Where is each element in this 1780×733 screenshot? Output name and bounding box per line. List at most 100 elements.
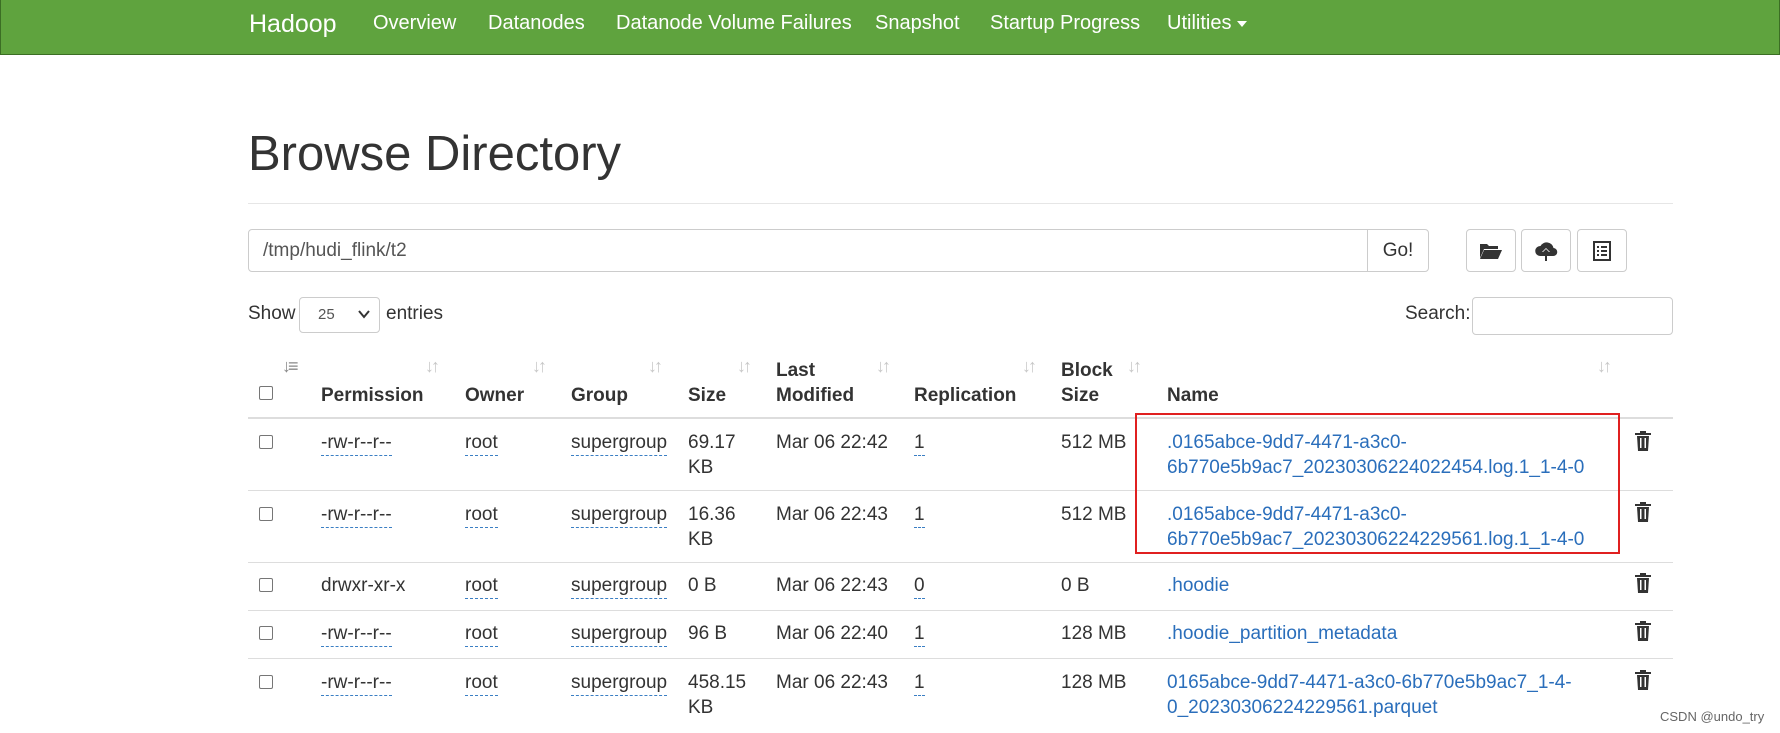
sort-icon[interactable]: ↓↑ bbox=[737, 356, 752, 377]
sort-icon[interactable]: ↓↑ bbox=[876, 356, 891, 377]
size-cell: 0 B bbox=[688, 575, 717, 596]
search-input[interactable] bbox=[1472, 297, 1673, 335]
size-value: 458.15 bbox=[688, 672, 747, 693]
owner-cell[interactable]: root bbox=[465, 573, 498, 599]
row-divider bbox=[248, 562, 1673, 563]
replication-cell[interactable]: 1 bbox=[914, 621, 925, 647]
group-cell[interactable]: supergroup bbox=[571, 573, 668, 599]
trash-icon[interactable] bbox=[1635, 621, 1651, 641]
chevron-down-icon bbox=[358, 310, 370, 319]
cut-paste-button[interactable] bbox=[1577, 229, 1627, 272]
header-block-size-line1: Block bbox=[1061, 360, 1113, 381]
size-cell: 96 B bbox=[688, 623, 728, 644]
trash-icon[interactable] bbox=[1635, 502, 1651, 522]
block-size-cell: 0 B bbox=[1061, 575, 1090, 596]
nav-startup-progress[interactable]: Startup Progress bbox=[990, 12, 1140, 35]
header-size[interactable]: Size bbox=[688, 383, 726, 408]
modified-cell: Mar 06 22:43 bbox=[776, 504, 888, 525]
file-name-line2: 0_20230306224229561.parquet bbox=[1167, 697, 1438, 718]
trash-icon[interactable] bbox=[1635, 573, 1651, 593]
owner-cell[interactable]: root bbox=[465, 670, 498, 696]
go-button[interactable]: Go! bbox=[1367, 229, 1429, 272]
header-block-size[interactable]: Block Size bbox=[1061, 358, 1113, 408]
block-size-cell: 512 MB bbox=[1061, 432, 1127, 453]
file-name-line1: 0165abce-9dd7-4471-a3c0-6b770e5b9ac7_1-4… bbox=[1167, 672, 1572, 693]
file-name-link[interactable]: 0165abce-9dd7-4471-a3c0-6b770e5b9ac7_1-4… bbox=[1167, 670, 1572, 720]
sort-icon[interactable]: ↓↑ bbox=[425, 356, 440, 377]
owner-cell[interactable]: root bbox=[465, 430, 498, 456]
header-last-modified-line1: Last bbox=[776, 360, 816, 381]
entries-label: entries bbox=[386, 303, 444, 324]
nav-datanode-volume-failures[interactable]: Datanode Volume Failures bbox=[616, 12, 852, 35]
select-all-checkbox[interactable] bbox=[259, 386, 273, 400]
group-cell[interactable]: supergroup bbox=[571, 502, 668, 528]
group-cell[interactable]: supergroup bbox=[571, 670, 668, 696]
permission-cell[interactable]: -rw-r--r-- bbox=[321, 670, 392, 696]
sort-icon[interactable]: ↓↑ bbox=[648, 356, 663, 377]
folder-open-icon bbox=[1480, 243, 1502, 259]
permission-cell[interactable]: drwxr-xr-x bbox=[321, 573, 405, 598]
replication-cell[interactable]: 1 bbox=[914, 430, 925, 456]
directory-path-input[interactable] bbox=[248, 229, 1368, 272]
block-size-cell: 128 MB bbox=[1061, 672, 1127, 693]
owner-cell[interactable]: root bbox=[465, 502, 498, 528]
list-icon bbox=[1593, 240, 1611, 261]
header-permission[interactable]: Permission bbox=[321, 383, 423, 408]
replication-cell[interactable]: 1 bbox=[914, 670, 925, 696]
replication-cell[interactable]: 0 bbox=[914, 573, 925, 599]
directory-name-link[interactable]: .hoodie bbox=[1167, 573, 1229, 598]
header-group[interactable]: Group bbox=[571, 383, 628, 408]
header-last-modified-line2: Modified bbox=[776, 385, 855, 406]
show-label: Show bbox=[248, 303, 296, 324]
block-size-cell: 512 MB bbox=[1061, 504, 1127, 525]
header-last-modified[interactable]: Last Modified bbox=[776, 358, 854, 408]
brand-link[interactable]: Hadoop bbox=[249, 10, 337, 39]
group-cell[interactable]: supergroup bbox=[571, 621, 668, 647]
sort-icon[interactable]: ↓↑ bbox=[1127, 356, 1142, 377]
nav-snapshot[interactable]: Snapshot bbox=[875, 12, 960, 35]
watermark: CSDN @undo_try bbox=[1660, 709, 1765, 724]
row-checkbox[interactable] bbox=[259, 626, 273, 640]
owner-cell[interactable]: root bbox=[465, 621, 498, 647]
row-checkbox[interactable] bbox=[259, 507, 273, 521]
row-divider bbox=[248, 610, 1673, 611]
row-checkbox[interactable] bbox=[259, 675, 273, 689]
upload-files-button[interactable] bbox=[1521, 229, 1571, 272]
header-owner[interactable]: Owner bbox=[465, 383, 524, 408]
nav-overview[interactable]: Overview bbox=[373, 12, 456, 35]
file-name-link[interactable]: .hoodie_partition_metadata bbox=[1167, 621, 1397, 646]
size-cell: 16.36 KB bbox=[688, 502, 736, 552]
sort-icon[interactable]: ↓↑ bbox=[532, 356, 547, 377]
size-unit: KB bbox=[688, 529, 714, 550]
header-block-size-line2: Size bbox=[1061, 385, 1100, 406]
row-checkbox[interactable] bbox=[259, 578, 273, 592]
cloud-upload-icon bbox=[1535, 241, 1558, 261]
nav-utilities[interactable]: Utilities bbox=[1167, 12, 1248, 35]
highlight-annotation bbox=[1135, 413, 1620, 554]
sort-icon[interactable]: ↓↑ bbox=[1597, 356, 1612, 377]
size-value: 16.36 bbox=[688, 504, 736, 525]
sort-icon[interactable]: ↓≡ bbox=[282, 356, 298, 377]
header-name[interactable]: Name bbox=[1167, 383, 1219, 408]
trash-icon[interactable] bbox=[1635, 431, 1651, 451]
permission-cell[interactable]: -rw-r--r-- bbox=[321, 502, 392, 528]
size-unit: KB bbox=[688, 697, 714, 718]
nav-datanodes[interactable]: Datanodes bbox=[488, 12, 585, 35]
sort-icon[interactable]: ↓↑ bbox=[1022, 356, 1037, 377]
row-divider bbox=[248, 658, 1673, 659]
modified-cell: Mar 06 22:43 bbox=[776, 575, 888, 596]
header-replication[interactable]: Replication bbox=[914, 383, 1016, 408]
permission-cell[interactable]: -rw-r--r-- bbox=[321, 621, 392, 647]
row-checkbox[interactable] bbox=[259, 435, 273, 449]
create-directory-button[interactable] bbox=[1466, 229, 1516, 272]
search-label: Search: bbox=[1405, 303, 1471, 324]
group-cell[interactable]: supergroup bbox=[571, 430, 668, 456]
trash-icon[interactable] bbox=[1635, 670, 1651, 690]
size-cell: 458.15 KB bbox=[688, 670, 746, 720]
block-size-cell: 128 MB bbox=[1061, 623, 1127, 644]
modified-cell: Mar 06 22:40 bbox=[776, 623, 888, 644]
replication-cell[interactable]: 1 bbox=[914, 502, 925, 528]
permission-cell[interactable]: -rw-r--r-- bbox=[321, 430, 392, 456]
page-title: Browse Directory bbox=[248, 127, 622, 181]
entries-per-page-select[interactable]: 25 bbox=[299, 297, 380, 333]
